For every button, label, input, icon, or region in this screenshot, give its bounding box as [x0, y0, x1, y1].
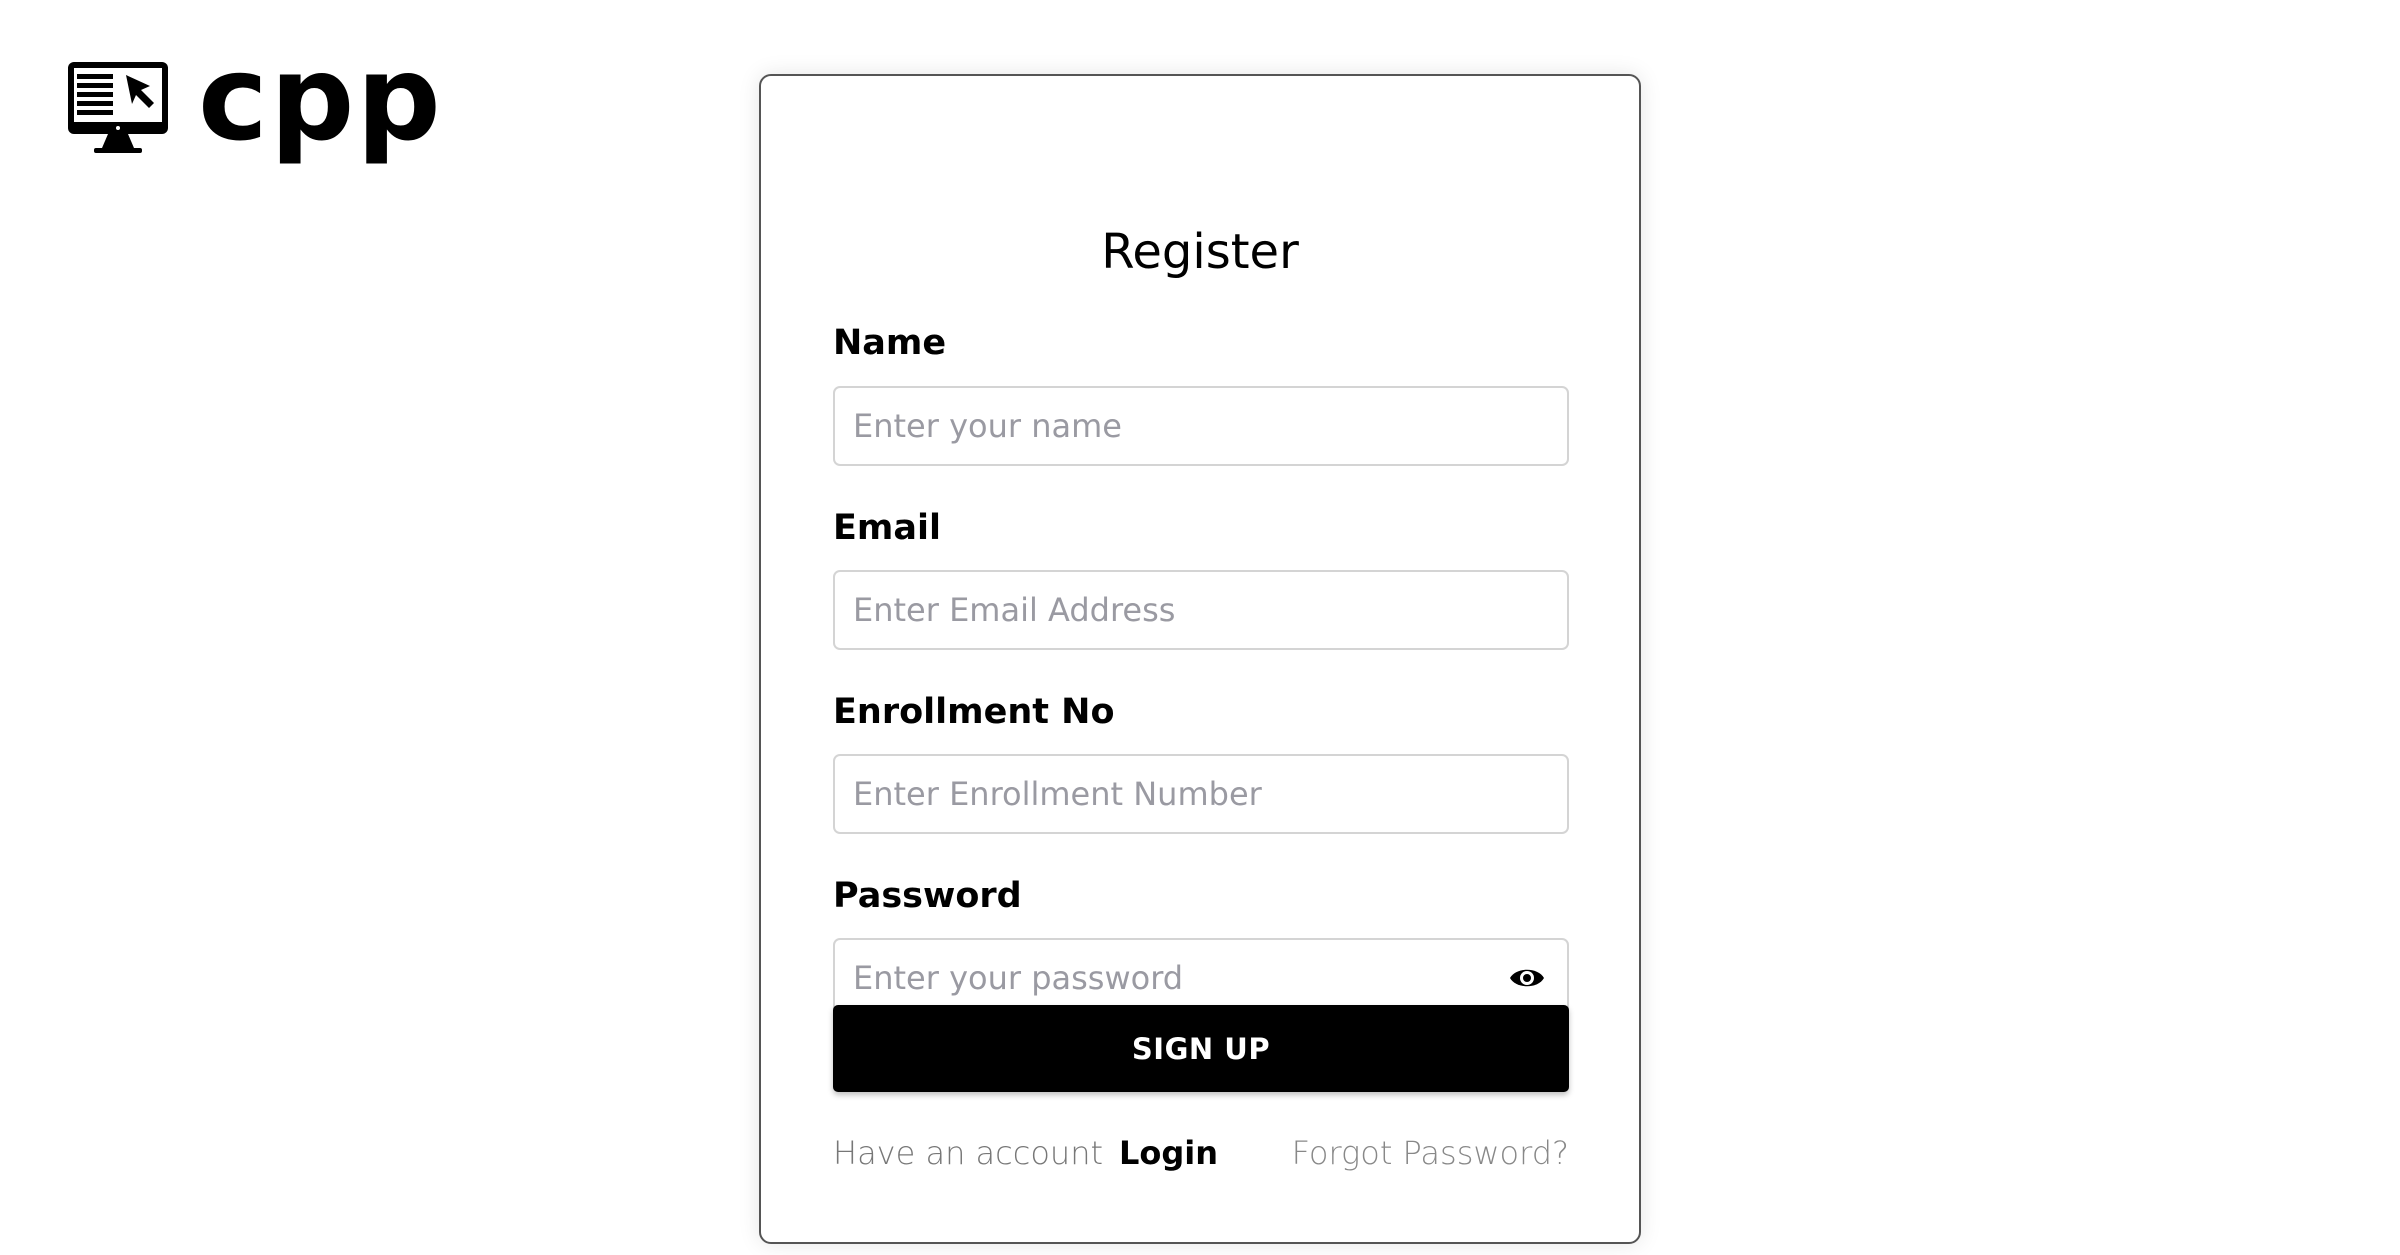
register-page: cpp Register Name Email Enrollment No Pa…: [0, 0, 2400, 1255]
enrollment-label: Enrollment No: [833, 692, 1115, 732]
login-prompt: Have an account Login: [833, 1130, 1218, 1176]
sign-up-button[interactable]: SIGN UP: [833, 1005, 1569, 1092]
form-footer: Have an account Login Forgot Password?: [833, 1130, 1569, 1176]
email-input[interactable]: [833, 570, 1569, 650]
login-link[interactable]: Login: [1119, 1130, 1218, 1176]
toggle-password-visibility-button[interactable]: [1507, 960, 1547, 996]
forgot-password-link[interactable]: Forgot Password?: [1292, 1130, 1569, 1176]
email-label: Email: [833, 508, 941, 548]
name-input[interactable]: [833, 386, 1569, 466]
register-card: Register Name Email Enrollment No Passwo…: [759, 74, 1641, 1244]
eye-icon: [1510, 969, 1544, 987]
enrollment-input[interactable]: [833, 754, 1569, 834]
have-account-text: Have an account: [833, 1134, 1104, 1172]
name-label: Name: [833, 323, 947, 363]
brand-logo[interactable]: cpp: [68, 39, 443, 160]
monitor-cursor-icon: [68, 62, 168, 153]
brand-name: cpp: [198, 29, 443, 167]
password-label: Password: [833, 876, 1022, 916]
form-title: Register: [1101, 224, 1299, 280]
